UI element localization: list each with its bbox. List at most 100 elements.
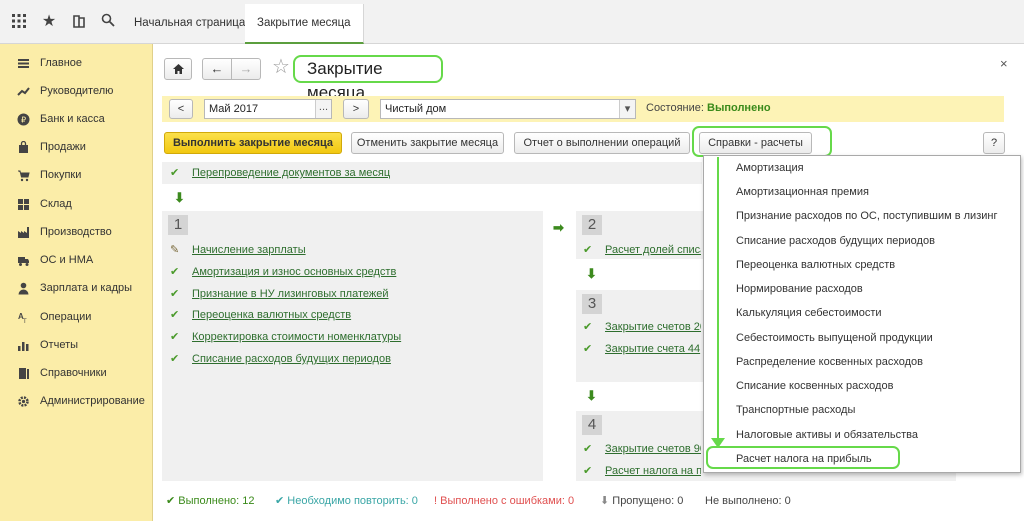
sidebar-item-label: Главное	[40, 57, 83, 69]
menu-item[interactable]: Налоговые активы и обязательства	[736, 426, 918, 444]
references-highlight	[692, 126, 832, 157]
op-link[interactable]: Закрытие счетов 20	[605, 319, 701, 335]
sidebar-item-main[interactable]: Главное	[0, 52, 153, 74]
sidebar-item-admin[interactable]: Администрирование	[0, 390, 153, 412]
sidebar-item-label: Отчеты	[40, 339, 79, 351]
op-link[interactable]: Признание в НУ лизинговых платежей	[192, 286, 389, 302]
arrow-down-icon: ⬇	[586, 388, 597, 403]
period-next-button[interactable]: >	[343, 99, 369, 119]
chart-trend-icon	[16, 84, 30, 98]
menu-item[interactable]: Списание расходов будущих периодов	[736, 232, 935, 250]
list-item: ✔ Перепроведение документов за месяц	[170, 165, 470, 181]
step-number: 1	[168, 215, 188, 235]
sidebar-item-catalogs[interactable]: Справочники	[0, 362, 153, 384]
op-link[interactable]: Расчет налога на п	[605, 463, 701, 479]
sidebar-item-manager[interactable]: Руководителю	[0, 80, 153, 102]
favorite-star-icon[interactable]: ☆	[272, 55, 290, 79]
period-select-button[interactable]: ...	[315, 100, 331, 118]
menu-item[interactable]: Амортизационная премия	[736, 183, 869, 201]
menu-item[interactable]: Амортизация	[736, 159, 804, 177]
op-link[interactable]: Списание расходов будущих периодов	[192, 351, 391, 367]
sidebar-item-warehouse[interactable]: Склад	[0, 193, 153, 215]
list-item: ✔ Расчет налога на п	[583, 463, 701, 479]
check-icon: ✔	[583, 321, 593, 333]
shopping-cart-icon	[16, 168, 30, 182]
sidebar-item-operations[interactable]: AT Операции	[0, 306, 153, 328]
status-not-done: Не выполнено: 0	[705, 495, 791, 507]
search-icon[interactable]	[99, 13, 117, 31]
op-link[interactable]: Перепроведение документов за месяц	[192, 165, 390, 181]
check-icon: ✔	[166, 495, 179, 507]
menu-item[interactable]: Переоценка валютных средств	[736, 256, 895, 274]
execute-closing-button[interactable]: Выполнить закрытие месяца	[164, 132, 342, 154]
svg-text:T: T	[23, 319, 27, 324]
list-item: ✔ Расчет долей списа	[583, 242, 701, 258]
gear-icon	[16, 394, 30, 408]
arrow-left-icon: ←	[210, 61, 224, 76]
apps-grid-icon[interactable]	[10, 13, 28, 31]
cancel-closing-button[interactable]: Отменить закрытие месяца	[351, 132, 504, 154]
organization-field[interactable]: Чистый дом ▾	[380, 99, 636, 119]
ruble-coin-icon: ₽	[16, 112, 30, 126]
sidebar-item-sales[interactable]: Продажи	[0, 136, 153, 158]
sidebar-item-label: Операции	[40, 311, 92, 323]
menu-item[interactable]: Распределение косвенных расходов	[736, 353, 923, 371]
status-done: ✔ Выполнено: 12	[166, 493, 255, 509]
sidebar-item-label: Справочники	[40, 367, 107, 379]
check-icon: ✔	[583, 443, 593, 455]
status-value: Выполнено	[707, 102, 771, 114]
menu-lines-icon	[16, 56, 30, 70]
menu-item[interactable]: Списание косвенных расходов	[736, 377, 893, 395]
arrow-down-icon: ⬇	[586, 266, 597, 281]
sidebar-item-purchases[interactable]: Покупки	[0, 164, 153, 186]
sidebar-item-bank[interactable]: ₽ Банк и касса	[0, 108, 153, 130]
shopping-bag-icon	[16, 140, 30, 154]
sidebar-item-fixed-assets[interactable]: ОС и НМА	[0, 249, 153, 271]
list-item: ✔ Переоценка валютных средств	[170, 307, 500, 323]
menu-item[interactable]: Себестоимость выпущеной продукции	[736, 329, 933, 347]
op-link[interactable]: Начисление зарплаты	[192, 242, 306, 258]
sidebar-item-label: ОС и НМА	[40, 254, 94, 266]
op-link[interactable]: Закрытие счета 44	[605, 341, 700, 357]
step-number: 4	[582, 415, 602, 435]
status-skipped: ⬇ Пропущено: 0	[600, 493, 683, 509]
menu-item[interactable]: Калькуляция себестоимости	[736, 304, 882, 322]
profit-tax-highlight	[706, 446, 900, 469]
step-number: 3	[582, 294, 602, 314]
tab-home[interactable]: Начальная страница	[122, 4, 259, 44]
op-link[interactable]: Корректировка стоимости номенклатуры	[192, 329, 401, 345]
period-prev-button[interactable]: <	[169, 99, 193, 119]
op-link[interactable]: Амортизация и износ основных средств	[192, 264, 396, 280]
sidebar-item-label: Производство	[40, 226, 112, 238]
sidebar-item-production[interactable]: Производство	[0, 221, 153, 243]
back-button[interactable]: ←	[202, 58, 232, 80]
check-icon: ✔	[170, 309, 180, 321]
forward-button[interactable]: →	[231, 58, 261, 80]
tab-month-closing[interactable]: Закрытие месяца	[245, 4, 364, 44]
history-icon[interactable]	[70, 13, 88, 31]
check-icon: ✔	[170, 266, 180, 278]
period-field[interactable]: Май 2017 ...	[204, 99, 332, 119]
menu-item[interactable]: Транспортные расходы	[736, 401, 855, 419]
op-link[interactable]: Закрытие счетов 90	[605, 441, 701, 457]
sidebar-item-label: Банк и касса	[40, 113, 105, 125]
sidebar-item-salary[interactable]: Зарплата и кадры	[0, 277, 153, 299]
sidebar-item-reports[interactable]: Отчеты	[0, 334, 153, 356]
status-repeat: ✔ Необходимо повторить: 0	[275, 493, 418, 509]
home-button[interactable]	[164, 58, 192, 80]
menu-item[interactable]: Нормирование расходов	[736, 280, 863, 298]
arrow-down-icon: ⬇	[174, 190, 185, 205]
check-icon: ✔	[583, 465, 593, 477]
menu-item[interactable]: Признание расходов по ОС, поступившим в …	[736, 207, 997, 225]
op-link[interactable]: Переоценка валютных средств	[192, 307, 351, 323]
close-icon[interactable]: ×	[1000, 56, 1008, 71]
arrow-right-icon: →	[239, 61, 253, 76]
chevron-down-icon[interactable]: ▾	[619, 100, 635, 118]
op-link[interactable]: Расчет долей списа	[605, 242, 701, 258]
sidebar-item-label: Продажи	[40, 141, 86, 153]
help-button[interactable]: ?	[983, 132, 1005, 154]
star-icon[interactable]: ★	[40, 13, 58, 31]
list-item: ✎ Начисление зарплаты	[170, 242, 500, 258]
list-item: ✔ Закрытие счетов 20	[583, 319, 701, 335]
operations-report-button[interactable]: Отчет о выполнении операций	[514, 132, 690, 154]
